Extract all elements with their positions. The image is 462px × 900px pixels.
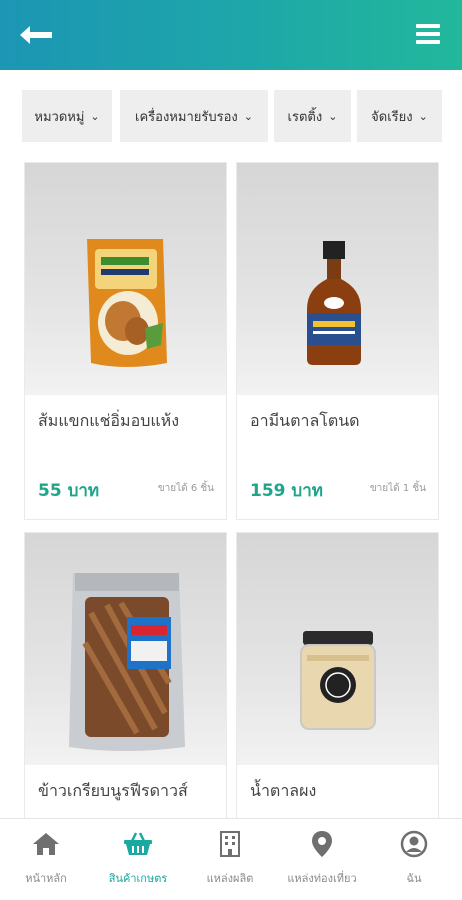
chevron-down-icon: ⌄	[418, 109, 428, 123]
filter-category[interactable]: หมวดหมู่ ⌄	[22, 90, 112, 142]
hamburger-menu-icon	[416, 24, 440, 44]
nav-profile-label: ฉัน	[406, 872, 422, 885]
product-name: น้ำตาลผง	[250, 781, 317, 800]
app-screen: หมวดหมู่ ⌄ เครื่องหมายรับรอง ⌄ เรตติ้ง ⌄…	[0, 0, 462, 900]
product-name: ส้มแขกแช่อิ่มอบแห้ง	[38, 411, 180, 430]
product-name: อามีนตาลโตนด	[250, 411, 360, 430]
dried-fruit-pouch-image	[87, 239, 167, 367]
nav-home-label: หน้าหลัก	[25, 872, 67, 885]
nav-tourism-label: แหล่งท่องเที่ยว	[287, 872, 357, 885]
product-card[interactable]: ข้าวเกรียบนูรฟีรดาวส์	[24, 532, 227, 818]
crackers-pouch-image	[69, 573, 185, 751]
nav-tourism[interactable]: แหล่งท่องเที่ยว	[276, 827, 368, 895]
back-button[interactable]	[18, 20, 56, 50]
product-price: 159 บาท	[250, 481, 323, 501]
filter-rating-label: เรตติ้ง	[287, 109, 323, 125]
product-card[interactable]: ส้มแขกแช่อิ่มอบแห้ง 55 บาท ขายได้ 6 ชิ้น	[24, 162, 227, 520]
home-icon	[33, 833, 59, 855]
product-card[interactable]: อามีนตาลโตนด 159 บาท ขายได้ 1 ชิ้น	[236, 162, 439, 520]
product-grid: ส้มแขกแช่อิ่มอบแห้ง 55 บาท ขายได้ 6 ชิ้น…	[0, 162, 462, 818]
nav-agri-products[interactable]: สินค้าเกษตร	[92, 827, 184, 895]
bottom-navigation: หน้าหลัก สินค้าเกษตร แหล่งผลิต แหล่งท่อง…	[0, 818, 462, 900]
arrow-left-icon	[20, 26, 52, 44]
product-name: ข้าวเกรียบนูรฟีรดาวส์	[38, 781, 188, 800]
filter-category-label: หมวดหมู่	[34, 109, 85, 125]
location-pin-icon	[312, 831, 332, 857]
chevron-down-icon: ⌄	[243, 109, 253, 123]
product-image	[237, 533, 438, 765]
product-price: 55 บาท	[38, 481, 100, 501]
chevron-down-icon: ⌄	[328, 109, 338, 123]
product-card[interactable]: น้ำตาลผง	[236, 532, 439, 818]
nav-producers-label: แหล่งผลิต	[206, 872, 254, 885]
menu-button[interactable]	[414, 20, 444, 50]
product-image	[237, 163, 438, 395]
filter-sort[interactable]: จัดเรียง ⌄	[357, 90, 442, 142]
nav-agri-products-label: สินค้าเกษตร	[108, 872, 168, 885]
filter-sort-label: จัดเรียง	[371, 109, 413, 125]
product-image	[25, 163, 226, 395]
syrup-bottle-image	[307, 241, 361, 365]
sugar-jar-image	[300, 631, 376, 730]
building-icon	[220, 831, 240, 857]
user-icon	[400, 830, 428, 858]
filter-bar: หมวดหมู่ ⌄ เครื่องหมายรับรอง ⌄ เรตติ้ง ⌄…	[0, 70, 462, 162]
chevron-down-icon: ⌄	[90, 109, 100, 123]
basket-icon	[124, 832, 152, 855]
nav-home[interactable]: หน้าหลัก	[0, 827, 92, 895]
product-image	[25, 533, 226, 765]
app-header	[0, 0, 462, 70]
filter-certification-label: เครื่องหมายรับรอง	[135, 109, 238, 125]
nav-producers[interactable]: แหล่งผลิต	[184, 827, 276, 895]
product-sold-count: ขายได้ 6 ชิ้น	[157, 483, 214, 494]
filter-rating[interactable]: เรตติ้ง ⌄	[274, 90, 351, 142]
filter-certification[interactable]: เครื่องหมายรับรอง ⌄	[120, 90, 268, 142]
product-sold-count: ขายได้ 1 ชิ้น	[369, 483, 426, 494]
nav-profile[interactable]: ฉัน	[368, 827, 460, 895]
